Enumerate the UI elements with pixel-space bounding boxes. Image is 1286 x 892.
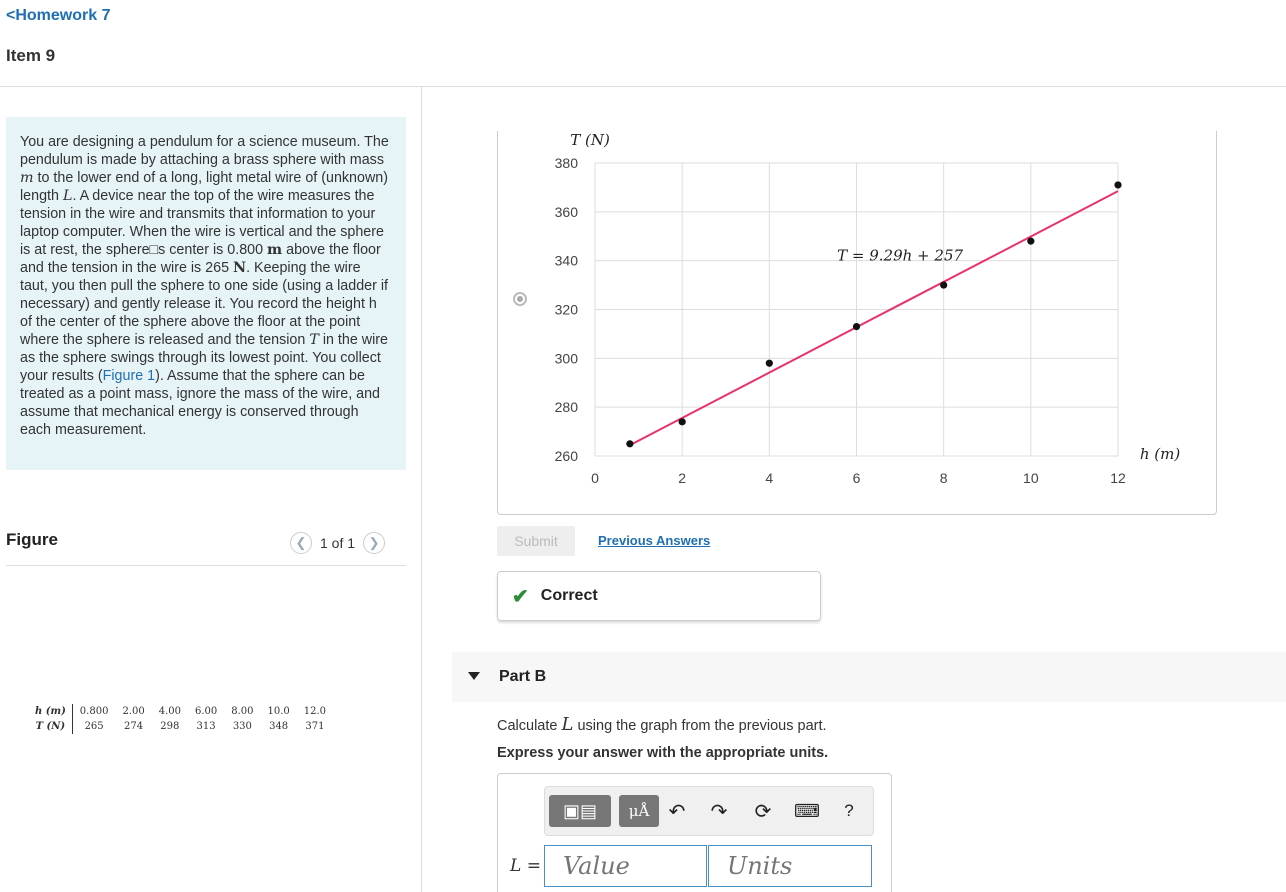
- table-cell: 0.800: [79, 706, 109, 717]
- reset-icon[interactable]: ⟳: [749, 795, 777, 827]
- submit-button[interactable]: Submit: [497, 526, 575, 556]
- figure-1-link[interactable]: Figure 1: [103, 368, 155, 384]
- item-title: Item 9: [6, 46, 56, 65]
- previous-answers-link[interactable]: Previous Answers: [598, 533, 710, 548]
- x-tick-label: 8: [940, 470, 948, 486]
- table-cell: 12.0: [303, 706, 327, 717]
- table-cell: 313: [196, 721, 216, 732]
- data-point: [1027, 237, 1035, 245]
- correct-feedback: ✔ Correct: [497, 571, 821, 621]
- table-cell: 265: [84, 721, 104, 732]
- column-divider: [421, 87, 422, 892]
- value-input[interactable]: [544, 845, 707, 887]
- table-cell: 298: [160, 721, 180, 732]
- keyboard-icon[interactable]: ⌨: [793, 795, 821, 827]
- table-cell: 330: [232, 721, 252, 732]
- chevron-left-icon[interactable]: ❮: [290, 532, 312, 554]
- correct-label: Correct: [540, 587, 598, 604]
- table-cell: 274: [124, 721, 144, 732]
- answer-label: L =: [510, 856, 541, 876]
- table-cell: 10.0: [267, 706, 290, 717]
- y-tick-label: 300: [555, 350, 579, 366]
- checkmark-icon: ✔: [512, 585, 529, 608]
- x-tick-label: 10: [1023, 470, 1039, 486]
- math-toolbar: ▣▤ μÅ ↶ ↷ ⟳ ⌨ ?: [544, 786, 874, 836]
- chevron-right-icon[interactable]: ❯: [363, 532, 386, 554]
- y-tick-label: 380: [555, 155, 579, 171]
- table-row-label: T (N): [28, 719, 73, 734]
- figure-pager: ❮ 1 of 1 ❯: [290, 530, 386, 556]
- table-row: T (N) 265 274 298 313 330 348 371: [28, 719, 333, 734]
- y-tick-label: 260: [555, 448, 579, 464]
- data-point: [765, 359, 773, 367]
- part-b-instruction: Express your answer with the appropriate…: [497, 745, 829, 761]
- problem-statement: You are designing a pendulum for a scien…: [6, 117, 406, 470]
- table-cell: 6.00: [194, 706, 218, 717]
- x-tick-label: 2: [678, 470, 686, 486]
- table-cell: 4.00: [158, 706, 181, 717]
- figure-divider: [6, 565, 406, 566]
- table-row: h (m) 0.800 2.00 4.00 6.00 8.00 10.0 12.…: [28, 704, 333, 719]
- x-tick-label: 0: [591, 470, 599, 486]
- table-row-label: h (m): [28, 704, 73, 719]
- data-point: [626, 440, 634, 448]
- collapse-triangle-icon[interactable]: [468, 672, 480, 680]
- back-to-homework-link[interactable]: <Homework 7: [6, 7, 110, 25]
- header-divider: [0, 86, 1286, 87]
- x-tick-label: 4: [765, 470, 773, 486]
- answer-radio[interactable]: [513, 292, 527, 306]
- units-input[interactable]: [708, 845, 872, 887]
- x-tick-label: 12: [1110, 470, 1126, 486]
- help-button[interactable]: ?: [835, 795, 863, 827]
- y-tick-label: 340: [555, 253, 579, 269]
- undo-icon[interactable]: ↶: [663, 795, 691, 827]
- x-axis-label: h (m): [1140, 445, 1181, 463]
- data-point: [678, 418, 686, 426]
- figure-title: Figure: [6, 530, 58, 549]
- units-button[interactable]: μÅ: [619, 795, 659, 827]
- y-tick-label: 320: [555, 302, 579, 318]
- part-b-title: Part B: [499, 668, 547, 685]
- tension-height-chart: 380 360 340 320 300 280 260 0 2 4 6 8 10 12 T (N) h (m)…: [555, 131, 1181, 486]
- y-tick-label: 280: [555, 399, 579, 415]
- table-cell: 371: [305, 721, 325, 732]
- x-tick-label: 6: [853, 470, 861, 486]
- y-axis-label: T (N): [570, 131, 610, 149]
- table-cell: 2.00: [122, 706, 145, 717]
- table-cell: 8.00: [231, 706, 254, 717]
- pager-label: 1 of 1: [320, 535, 356, 551]
- data-point: [940, 281, 948, 289]
- table-cell: 348: [269, 721, 289, 732]
- data-table: h (m) 0.800 2.00 4.00 6.00 8.00 10.0 12.…: [28, 704, 333, 734]
- data-point: [1114, 181, 1122, 189]
- part-b-question: Calculate L using the graph from the pre…: [497, 714, 827, 735]
- data-point: [852, 322, 861, 331]
- templates-icon[interactable]: ▣▤: [549, 795, 611, 827]
- part-b-header[interactable]: [452, 652, 1286, 702]
- redo-icon[interactable]: ↷: [705, 795, 733, 827]
- fit-equation-label: T = 9.29h + 257: [837, 247, 963, 265]
- y-tick-label: 360: [555, 204, 579, 220]
